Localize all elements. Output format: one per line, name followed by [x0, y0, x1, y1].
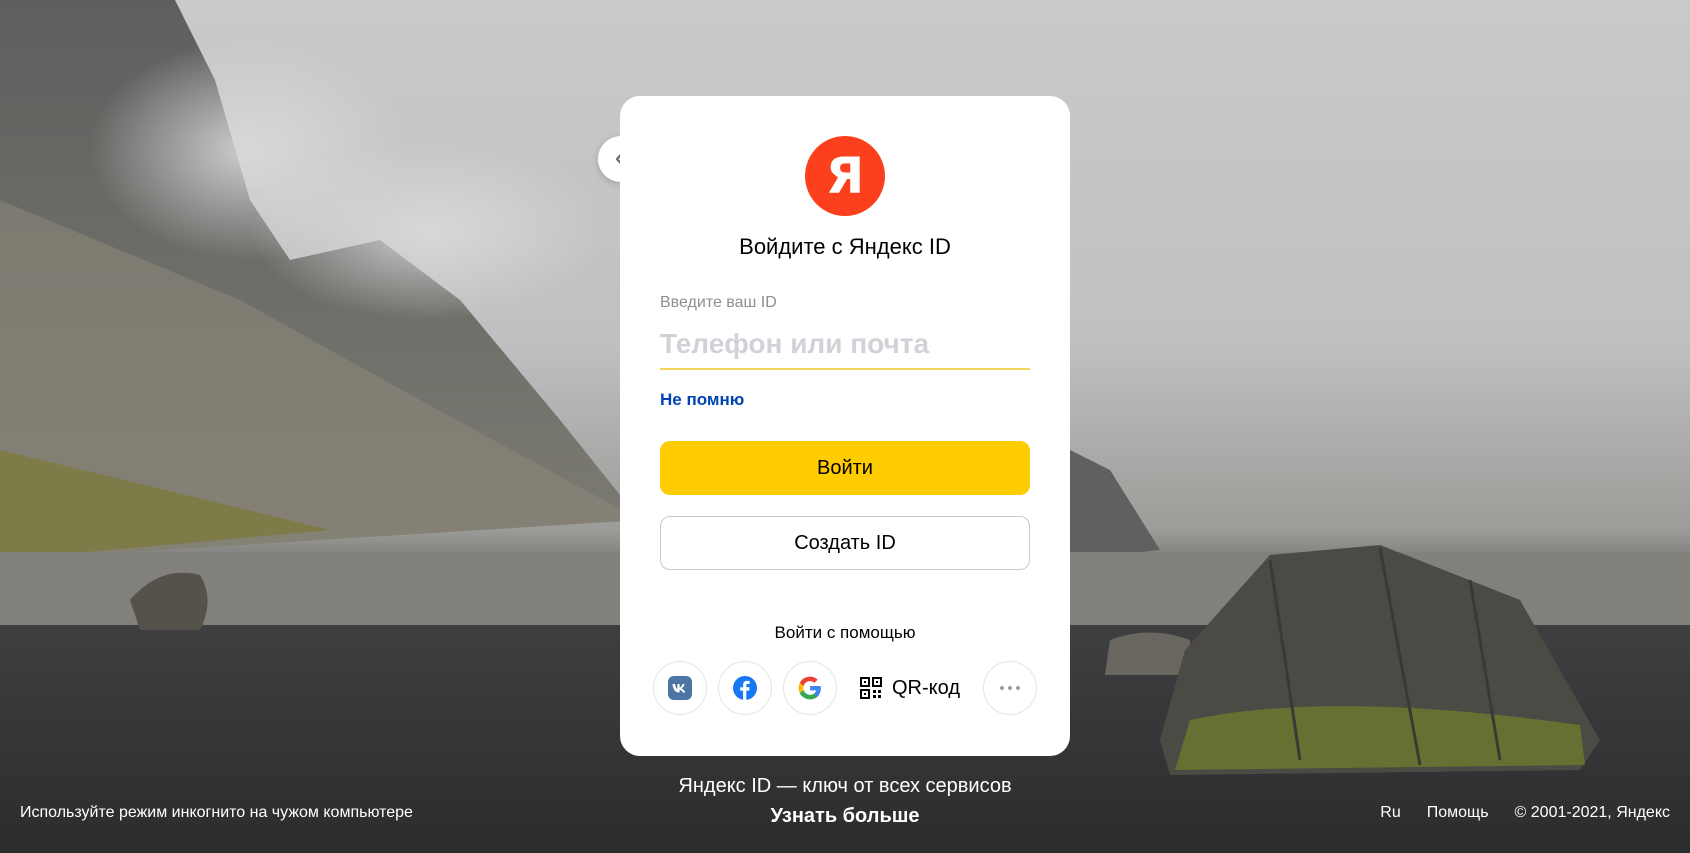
incognito-hint: Используйте режим инкогнито на чужом ком…: [20, 804, 413, 821]
yandex-logo-letter: Я: [825, 147, 865, 205]
create-id-button[interactable]: Создать ID: [660, 516, 1030, 570]
more-login-options-button[interactable]: [983, 661, 1037, 715]
forgot-id-link[interactable]: Не помню: [660, 390, 744, 410]
vk-icon: [668, 676, 692, 700]
footer-links: Ru Помощь © 2001-2021, Яндекс: [1380, 804, 1670, 822]
qr-login-label: QR-код: [892, 676, 960, 699]
yandex-logo: Я: [805, 136, 885, 216]
page-title: Войдите с Яндекс ID: [739, 234, 951, 259]
copyright: © 2001-2021, Яндекс: [1514, 804, 1670, 821]
login-card: Я Войдите с Яндекс ID Введите ваш ID Не …: [620, 96, 1070, 756]
help-link[interactable]: Помощь: [1427, 804, 1489, 822]
facebook-login-button[interactable]: [718, 661, 772, 715]
login-field-label: Введите ваш ID: [660, 294, 777, 311]
tagline: Яндекс ID — ключ от всех сервисов: [678, 775, 1012, 797]
qr-login-button[interactable]: QR-код: [860, 666, 960, 710]
facebook-icon: [733, 676, 757, 700]
login-input[interactable]: [660, 320, 1030, 370]
google-login-button[interactable]: [783, 661, 837, 715]
more-icon: [1000, 686, 1020, 690]
social-login-title: Войти с помощью: [774, 623, 916, 642]
vk-login-button[interactable]: [653, 661, 707, 715]
login-button[interactable]: Войти: [660, 441, 1030, 495]
language-switch[interactable]: Ru: [1380, 804, 1400, 822]
google-icon: [798, 676, 821, 700]
qr-code-icon: [860, 677, 882, 699]
